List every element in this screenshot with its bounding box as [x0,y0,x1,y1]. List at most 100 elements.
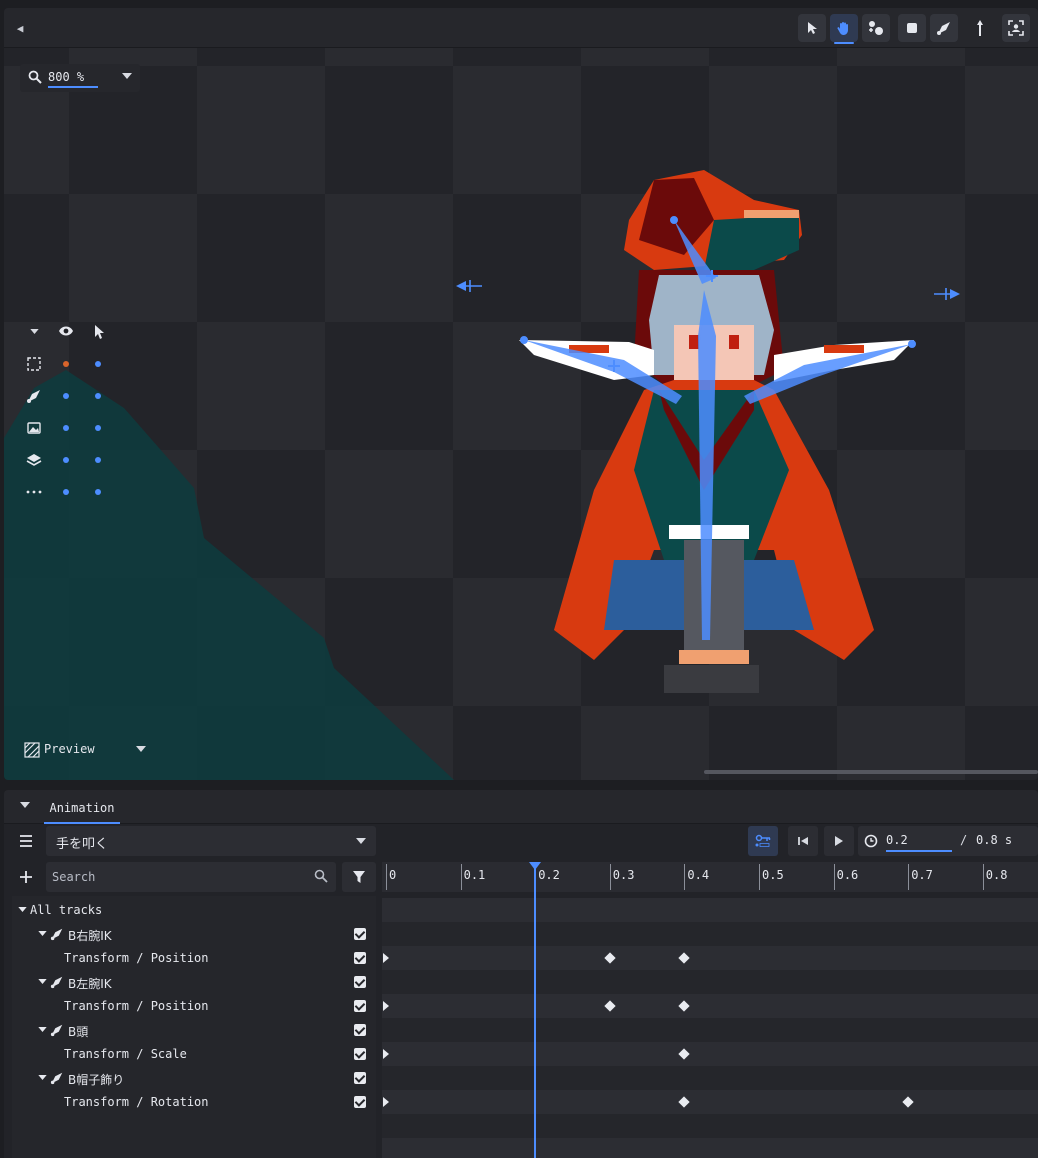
track-enabled-checkbox[interactable] [354,1048,366,1060]
add-track-button[interactable] [12,862,40,892]
visibility-dot[interactable] [63,489,69,495]
keyframe[interactable] [604,1000,616,1012]
keyframe[interactable] [678,1096,691,1108]
track-root-label: All tracks [30,903,103,917]
selectable-dot[interactable] [95,361,101,367]
layers-icon[interactable] [26,452,42,468]
animation-select[interactable]: 手を叩く [46,826,376,856]
collapse-left-icon[interactable]: ◀ [12,20,28,36]
select-tool-button[interactable] [798,14,826,42]
ik-target-right-icon[interactable] [454,278,484,294]
time-field[interactable]: 0.2 / 0.8 s [858,826,1038,856]
selectable-dot[interactable] [95,425,101,431]
keyframe[interactable] [383,1049,389,1059]
animation-select-row: 手を叩く [12,826,376,858]
chevron-down-icon[interactable] [38,979,47,984]
timeline-row [382,922,1038,946]
ruler-tick-label: 0.2 [538,868,560,882]
ik-target-left-icon[interactable] [932,286,962,302]
chevron-down-icon[interactable] [122,73,132,79]
track-enabled-checkbox[interactable] [354,976,366,988]
rectangle-tool-button[interactable] [898,14,926,42]
selection-icon[interactable] [26,356,42,372]
track-property-row[interactable]: Transform / Rotation [12,1090,376,1114]
canvas[interactable]: 800 % Preview [4,48,1038,780]
bone-icon[interactable] [26,388,42,404]
selectable-dot[interactable] [95,393,101,399]
zoom-value[interactable]: 800 % [48,70,84,84]
keyframe[interactable] [678,1000,691,1012]
track-bone-row[interactable]: B頭 [12,1018,376,1042]
chevron-down-icon[interactable] [30,329,39,334]
bone-tool-button[interactable] [930,14,958,42]
chevron-down-icon[interactable] [18,907,27,912]
cursor-icon[interactable] [94,324,106,340]
visibility-dot[interactable] [63,425,69,431]
pan-tool-button[interactable] [830,14,858,44]
ruler-tick [386,864,387,890]
focus-tool-button[interactable] [1002,14,1030,42]
ruler-tick [908,864,910,890]
keyframe[interactable] [678,952,691,964]
keyframe[interactable] [383,1097,389,1107]
preview-control[interactable]: Preview [20,738,146,762]
ruler-tick-label: 0.5 [762,868,784,882]
play-button[interactable] [824,826,854,856]
time-ruler[interactable]: 0 0.1 0.2 0.3 0.4 0.5 0.6 0.7 0.8 [382,862,1038,892]
track-property-row[interactable]: Transform / Position [12,946,376,970]
more-icon[interactable] [26,490,42,494]
selectable-dot[interactable] [95,457,101,463]
track-enabled-checkbox[interactable] [354,952,366,964]
playhead[interactable] [534,862,537,1158]
search-icon[interactable] [314,869,328,883]
track-property-label: Transform / Position [64,999,209,1013]
search-input[interactable] [52,867,302,887]
timeline-row [382,1066,1038,1090]
zoom-control[interactable]: 800 % [20,64,140,92]
chevron-down-icon[interactable] [38,1027,47,1032]
visibility-dot[interactable] [63,393,69,399]
chevron-down-icon[interactable] [38,1075,47,1080]
record-key-button[interactable] [748,826,778,856]
track-property-row[interactable]: Transform / Position [12,994,376,1018]
hamburger-icon [20,835,32,847]
chevron-down-icon[interactable] [38,931,47,936]
track-enabled-checkbox[interactable] [354,928,366,940]
image-icon[interactable] [26,420,42,436]
track-bone-label: B帽子飾り [68,1073,125,1087]
track-bone-row[interactable]: B右腕IK [12,922,376,946]
keyframe[interactable] [678,1048,691,1060]
selectable-dot[interactable] [95,489,101,495]
visibility-dot[interactable] [63,457,69,463]
viewport-header: ◀ [4,8,1038,48]
bone-add-tool-button[interactable] [862,14,890,42]
track-bone-row[interactable]: B帽子飾り [12,1066,376,1090]
track-bone-row[interactable]: B左腕IK [12,970,376,994]
visibility-dot[interactable] [63,361,69,367]
current-time-value[interactable]: 0.2 [886,833,908,847]
track-enabled-checkbox[interactable] [354,1072,366,1084]
filter-button[interactable] [342,862,376,892]
keyframe[interactable] [383,1001,389,1011]
chevron-down-icon[interactable] [136,746,146,752]
playhead-handle[interactable] [529,862,542,870]
pivot-tool-button[interactable] [966,14,994,42]
tab-animation[interactable]: Animation [44,794,120,824]
track-property-row[interactable]: Transform / Scale [12,1042,376,1066]
timeline[interactable]: 0 0.1 0.2 0.3 0.4 0.5 0.6 0.7 0.8 [382,862,1038,1158]
ruler-tick-label: 0.6 [836,868,859,882]
track-enabled-checkbox[interactable] [354,1000,366,1012]
keyframe[interactable] [383,953,389,963]
menu-button[interactable] [12,826,40,856]
ruler-tick [684,864,686,890]
character-sprite[interactable] [454,160,954,712]
eye-icon[interactable] [58,325,74,337]
keyframe[interactable] [902,1096,914,1108]
track-enabled-checkbox[interactable] [354,1096,366,1108]
track-enabled-checkbox[interactable] [354,1024,366,1036]
chevron-down-icon[interactable] [20,802,30,808]
horizontal-scrollbar[interactable] [704,770,1038,774]
track-root[interactable]: All tracks [12,898,376,922]
skip-to-start-button[interactable] [788,826,818,856]
keyframe[interactable] [604,952,616,964]
